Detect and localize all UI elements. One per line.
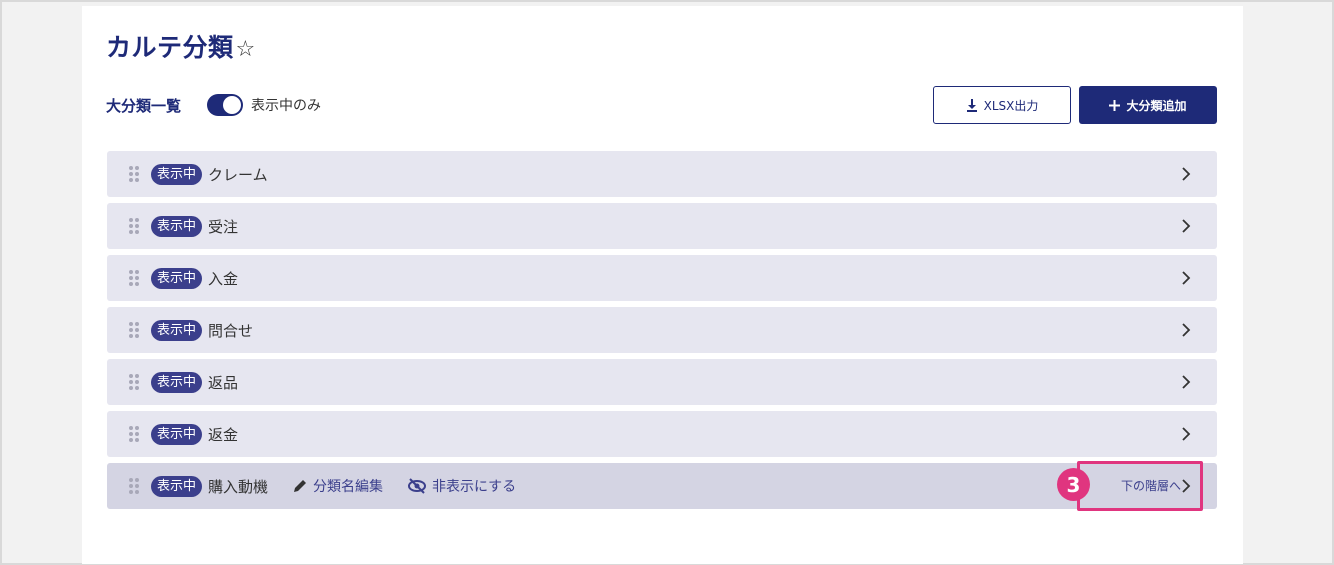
step-number-badge: 3 [1057, 468, 1090, 501]
eye-slash-icon [408, 478, 427, 494]
status-badge: 表示中 [151, 371, 203, 393]
category-name: 購入動機 [208, 477, 269, 496]
download-icon [966, 98, 978, 112]
chevron-right-icon [1182, 427, 1191, 441]
chevron-right-icon [1182, 271, 1191, 285]
status-badge: 表示中 [151, 475, 203, 497]
category-row[interactable]: 表示中 受注 [107, 203, 1217, 249]
visible-only-toggle[interactable] [207, 94, 244, 116]
category-row-active[interactable]: 表示中 購入動機 分類名編集 非表示にする 下の階層へ [107, 463, 1217, 509]
category-row[interactable]: 表示中 問合せ [107, 307, 1217, 353]
plus-icon [1109, 99, 1121, 111]
category-row[interactable]: 表示中 入金 [107, 255, 1217, 301]
category-list: 表示中 クレーム 表示中 受注 表示中 入金 表示中 問合せ 表示中 返品 表示… [107, 151, 1217, 515]
add-category-label: 大分類追加 [1126, 98, 1187, 113]
chevron-right-icon [1182, 219, 1191, 233]
toggle-label: 表示中のみ [251, 98, 322, 114]
hide-label: 非表示にする [432, 479, 517, 495]
category-name: 返品 [208, 373, 239, 392]
category-row[interactable]: 表示中 クレーム [107, 151, 1217, 197]
edit-name-button[interactable]: 分類名編集 [292, 476, 383, 496]
screen-frame: カルテ分類☆ 大分類一覧 表示中のみ XLSX出力 大分類追加 表示中 クレーム [0, 0, 1334, 565]
chevron-right-icon [1182, 323, 1191, 337]
hide-button[interactable]: 非表示にする [407, 476, 516, 496]
category-name: 入金 [208, 269, 239, 288]
add-category-button[interactable]: 大分類追加 [1079, 86, 1217, 124]
status-badge: 表示中 [151, 163, 203, 185]
status-badge: 表示中 [151, 423, 203, 445]
list-label: 大分類一覧 [106, 96, 182, 115]
main-panel: カルテ分類☆ 大分類一覧 表示中のみ XLSX出力 大分類追加 表示中 クレーム [82, 6, 1243, 564]
drag-handle-icon[interactable] [129, 218, 139, 234]
status-badge: 表示中 [151, 267, 203, 289]
chevron-right-icon [1182, 375, 1191, 389]
page-title-text: カルテ分類 [106, 33, 234, 62]
drag-handle-icon[interactable] [129, 166, 139, 182]
status-badge: 表示中 [151, 215, 203, 237]
category-row[interactable]: 表示中 返金 [107, 411, 1217, 457]
xlsx-export-button[interactable]: XLSX出力 [933, 86, 1071, 124]
page-title: カルテ分類☆ [106, 28, 256, 64]
drag-handle-icon[interactable] [129, 322, 139, 338]
category-row[interactable]: 表示中 返品 [107, 359, 1217, 405]
star-outline-icon[interactable]: ☆ [236, 37, 256, 62]
category-name: 受注 [208, 217, 239, 236]
category-name: 返金 [208, 425, 239, 444]
drag-handle-icon[interactable] [129, 478, 139, 494]
category-name: クレーム [208, 165, 268, 184]
list-header: 大分類一覧 表示中のみ [106, 94, 321, 116]
chevron-right-icon [1182, 167, 1191, 181]
highlight-box [1077, 461, 1203, 511]
status-badge: 表示中 [151, 319, 203, 341]
pencil-icon [294, 480, 307, 492]
toggle-knob [223, 96, 242, 114]
drag-handle-icon[interactable] [129, 270, 139, 286]
drag-handle-icon[interactable] [129, 426, 139, 442]
xlsx-export-label: XLSX出力 [983, 98, 1039, 113]
drag-handle-icon[interactable] [129, 374, 139, 390]
category-name: 問合せ [208, 321, 254, 340]
edit-name-label: 分類名編集 [313, 479, 384, 495]
